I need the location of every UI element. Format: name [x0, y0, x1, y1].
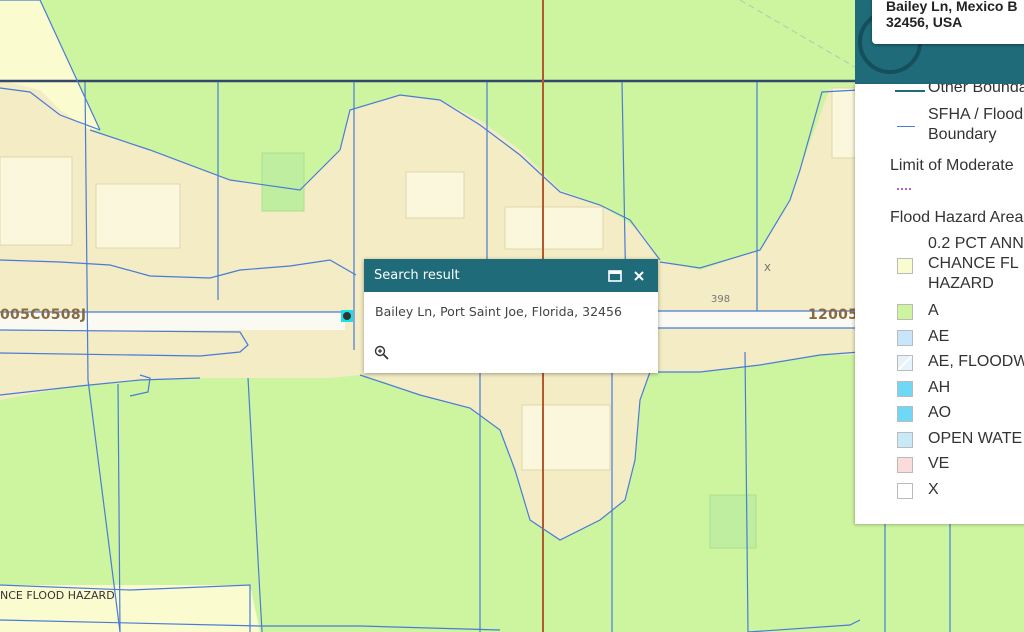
legend-item-label: CHANCE FL: [928, 255, 1019, 272]
other-boundary-swatch: [895, 84, 925, 92]
legend-sfha-line2: Boundary: [928, 126, 997, 143]
zone-x-label: X: [764, 263, 771, 274]
legend-item-label: AE, FLOODW: [928, 353, 1024, 370]
legend-item-label: AE: [928, 328, 950, 345]
legend-swatch-8: [897, 483, 913, 499]
legend-item-label: HAZARD: [928, 275, 994, 292]
legend-item-label: 0.2 PCT ANN: [928, 235, 1024, 252]
legend-limit-moderate: Limit of Moderate: [890, 157, 1014, 174]
panel-number-right: 12005: [808, 307, 859, 323]
legend-item-label: AH: [928, 379, 951, 396]
maximize-icon[interactable]: [606, 267, 624, 285]
search-result-popup: Search result Bailey Ln, Port Saint Joe,…: [364, 259, 658, 373]
legend-swatch-6: [897, 432, 913, 448]
legend-swatch-4: [897, 381, 913, 397]
legend-swatch-5: [897, 406, 913, 422]
legend-panel: Other Bounda SFHA / Flood Boundary Limit…: [855, 84, 1024, 524]
panel-number-left: 005C0508J: [0, 307, 87, 323]
legend-swatch-1: [897, 304, 913, 320]
search-result-line1: Bailey Ln, Mexico B: [886, 0, 1018, 14]
legend-item-label: AO: [928, 404, 952, 421]
legend-sfha-line1: SFHA / Flood: [928, 106, 1024, 123]
popup-header: Search result: [364, 259, 658, 292]
legend-swatch-3: [897, 355, 913, 371]
legend-item-label: X: [928, 481, 939, 498]
sfha-line-swatch: [897, 126, 915, 127]
popup-title: Search result: [374, 268, 460, 283]
legend-swatch-2: [897, 330, 913, 346]
close-icon[interactable]: [630, 267, 648, 285]
zoom-to-icon[interactable]: [374, 345, 390, 361]
legend-other-boundaries: Other Bounda: [928, 84, 1024, 96]
location-marker-icon[interactable]: [343, 312, 351, 320]
limit-moderate-swatch: [897, 188, 911, 190]
legend-swatch-0: [897, 258, 913, 274]
search-result-line2: 32456, USA: [886, 14, 963, 30]
parcel-number: 398: [711, 294, 731, 305]
legend-item-label: OPEN WATE: [928, 430, 1023, 447]
zone-label-bottom: NCE FLOOD HAZARD: [0, 589, 115, 602]
legend-item-label: VE: [928, 455, 950, 472]
legend-flood-hazard-heading: Flood Hazard Area: [890, 209, 1024, 226]
legend-item-label: A: [928, 302, 939, 319]
popup-address: Bailey Ln, Port Saint Joe, Florida, 3245…: [375, 304, 622, 319]
legend-swatch-7: [897, 457, 913, 473]
search-result-card[interactable]: Bailey Ln, Mexico B 32456, USA: [872, 0, 1024, 44]
